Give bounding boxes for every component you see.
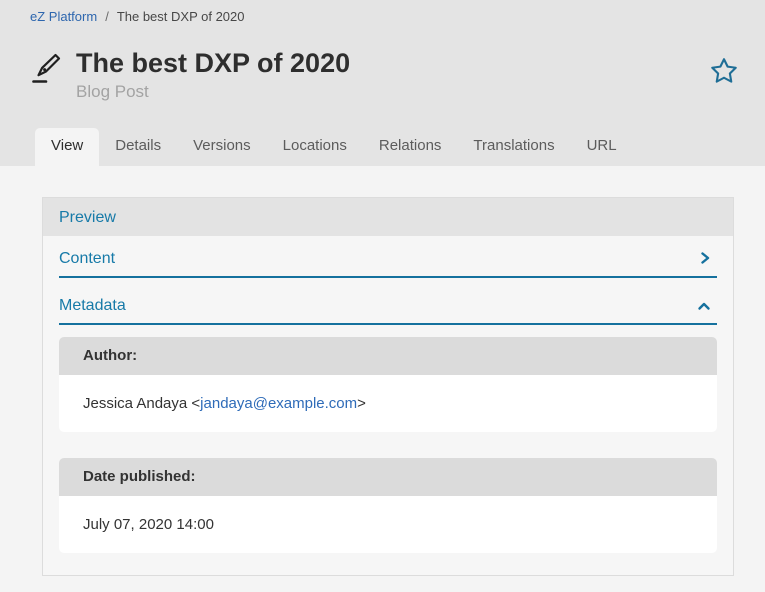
metadata-collapsible-label: Metadata xyxy=(59,296,126,315)
chevron-up-icon xyxy=(697,301,711,311)
preview-section-title: Preview xyxy=(43,198,733,236)
tab-versions[interactable]: Versions xyxy=(177,128,267,166)
bookmark-star-button[interactable] xyxy=(707,54,741,88)
breadcrumb-separator: / xyxy=(105,9,109,24)
author-suffix-text: > xyxy=(357,395,366,412)
content-area: Preview Content Metadata A xyxy=(0,166,765,591)
calligraphy-pen-icon xyxy=(30,52,62,88)
author-name-text: Jessica Andaya < xyxy=(83,395,200,412)
date-published-field-label: Date published: xyxy=(59,458,717,496)
preview-card: Preview Content Metadata A xyxy=(42,197,734,576)
author-field: Author: Jessica Andaya <jandaya@example.… xyxy=(59,337,717,432)
title-row: The best DXP of 2020 Blog Post xyxy=(30,48,741,102)
tab-url[interactable]: URL xyxy=(571,128,633,166)
author-field-label: Author: xyxy=(59,337,717,375)
tab-view[interactable]: View xyxy=(35,128,99,166)
content-collapsible-toggle[interactable]: Content xyxy=(59,236,717,278)
content-type-label: Blog Post xyxy=(76,82,350,102)
tab-relations[interactable]: Relations xyxy=(363,128,458,166)
preview-card-body: Content Metadata Author: Jessica Andaya xyxy=(43,236,733,575)
date-published-field-value: July 07, 2020 14:00 xyxy=(59,496,717,553)
tab-locations[interactable]: Locations xyxy=(267,128,363,166)
breadcrumb-current: The best DXP of 2020 xyxy=(117,9,245,24)
page-title: The best DXP of 2020 xyxy=(76,48,350,79)
chevron-right-icon xyxy=(699,251,711,265)
tab-translations[interactable]: Translations xyxy=(457,128,570,166)
author-field-value: Jessica Andaya <jandaya@example.com> xyxy=(59,375,717,432)
page-header: eZ Platform / The best DXP of 2020 The b… xyxy=(0,0,765,166)
breadcrumb-root-link[interactable]: eZ Platform xyxy=(30,9,97,24)
title-block: The best DXP of 2020 Blog Post xyxy=(76,48,350,102)
star-icon xyxy=(709,56,739,86)
tab-details[interactable]: Details xyxy=(99,128,177,166)
content-collapsible-label: Content xyxy=(59,249,115,268)
metadata-collapsible-toggle[interactable]: Metadata xyxy=(59,283,717,325)
tab-bar: View Details Versions Locations Relation… xyxy=(30,128,741,166)
date-published-field: Date published: July 07, 2020 14:00 xyxy=(59,458,717,553)
author-email-link[interactable]: jandaya@example.com xyxy=(200,395,357,412)
breadcrumb: eZ Platform / The best DXP of 2020 xyxy=(30,0,741,24)
